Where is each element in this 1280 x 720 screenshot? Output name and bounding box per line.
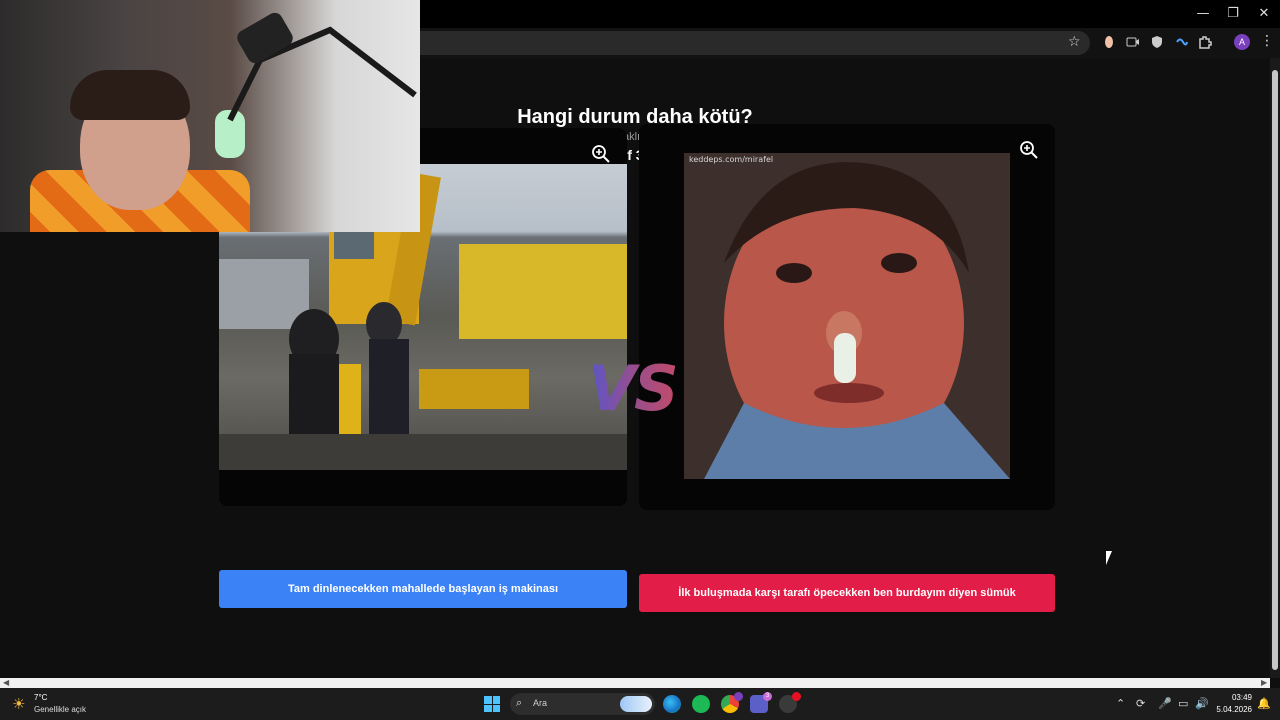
choose-left-button[interactable]: Tam dinlenecekken mahallede başlayan iş … bbox=[219, 570, 627, 608]
chrome-icon[interactable] bbox=[721, 692, 743, 713]
profile-avatar[interactable]: A bbox=[1234, 34, 1250, 50]
vertical-scrollbar[interactable] bbox=[1270, 58, 1280, 678]
weather-icon[interactable]: ☀ bbox=[12, 695, 25, 713]
screen: — ❐ ✕ ☆ A ⋮ Hangi durum daha kötü? Yaşan… bbox=[0, 0, 1280, 720]
clock-time[interactable]: 03:49 bbox=[1216, 693, 1252, 702]
choose-right-button[interactable]: İlk buluşmada karşı tarafı öpecekken ben… bbox=[639, 574, 1055, 612]
scroll-right-icon[interactable]: ▶ bbox=[1261, 678, 1267, 688]
image-watermark: keddeps.com/mirafel bbox=[689, 155, 773, 164]
versus-label: VS bbox=[588, 352, 679, 425]
horizontal-scrollbar[interactable]: ◀ ▶ bbox=[0, 678, 1270, 688]
app-icon[interactable] bbox=[779, 692, 801, 713]
network-icon[interactable]: ▭ bbox=[1178, 697, 1188, 710]
weather-description[interactable]: Genellikle açık bbox=[34, 705, 86, 714]
camera-extension-icon[interactable] bbox=[1124, 33, 1142, 51]
zoom-in-icon[interactable] bbox=[1019, 140, 1039, 160]
extension-icon-1[interactable] bbox=[1100, 33, 1118, 51]
volume-icon[interactable]: 🔊 bbox=[1195, 697, 1209, 710]
taskbar-search[interactable]: ⌕ Ara bbox=[510, 693, 655, 715]
scroll-left-icon[interactable]: ◀ bbox=[3, 678, 9, 688]
chevron-up-icon[interactable]: ⌃ bbox=[1116, 697, 1125, 710]
minimize-button[interactable]: — bbox=[1188, 4, 1218, 24]
extensions-puzzle-icon[interactable] bbox=[1196, 33, 1214, 51]
windows-taskbar: ☀ 7°C Genellikle açık ⌕ Ara 3 ⌃ ⟳ 🎤 ▭ 🔊 … bbox=[0, 688, 1280, 720]
shield-extension-icon[interactable] bbox=[1148, 33, 1166, 51]
restore-button[interactable]: ❐ bbox=[1218, 4, 1248, 24]
teams-icon[interactable]: 3 bbox=[750, 692, 772, 713]
microphone-icon[interactable]: 🎤 bbox=[1158, 697, 1172, 710]
vertical-scroll-thumb[interactable] bbox=[1272, 70, 1278, 670]
mouse-cursor bbox=[1106, 551, 1112, 565]
edge-icon[interactable] bbox=[663, 695, 681, 713]
search-placeholder: Ara bbox=[533, 698, 548, 708]
search-highlight-image bbox=[620, 696, 652, 712]
spotify-icon[interactable] bbox=[692, 695, 710, 713]
sync-icon[interactable]: ⟳ bbox=[1136, 697, 1145, 710]
choice-image-right[interactable]: keddeps.com/mirafel bbox=[684, 153, 1010, 479]
clock-date[interactable]: 5.04.2026 bbox=[1210, 705, 1252, 714]
close-button[interactable]: ✕ bbox=[1249, 4, 1279, 24]
microphone-arm bbox=[227, 12, 417, 122]
wave-extension-icon[interactable] bbox=[1172, 33, 1190, 51]
choice-card-right[interactable]: keddeps.com/mirafel bbox=[639, 124, 1055, 510]
windows-start-icon[interactable] bbox=[484, 696, 500, 712]
search-icon: ⌕ bbox=[516, 696, 523, 709]
browser-menu-icon[interactable]: ⋮ bbox=[1260, 33, 1274, 49]
app-notification-dot bbox=[792, 692, 801, 701]
notification-icon[interactable]: 🔔 bbox=[1257, 697, 1271, 710]
weather-temperature[interactable]: 7°C bbox=[34, 693, 47, 702]
teams-notification-badge: 3 bbox=[763, 692, 772, 701]
star-icon[interactable]: ☆ bbox=[1068, 34, 1081, 50]
chrome-profile-badge bbox=[734, 692, 743, 701]
webcam-overlay bbox=[0, 0, 420, 232]
zoom-in-icon[interactable] bbox=[591, 144, 611, 164]
